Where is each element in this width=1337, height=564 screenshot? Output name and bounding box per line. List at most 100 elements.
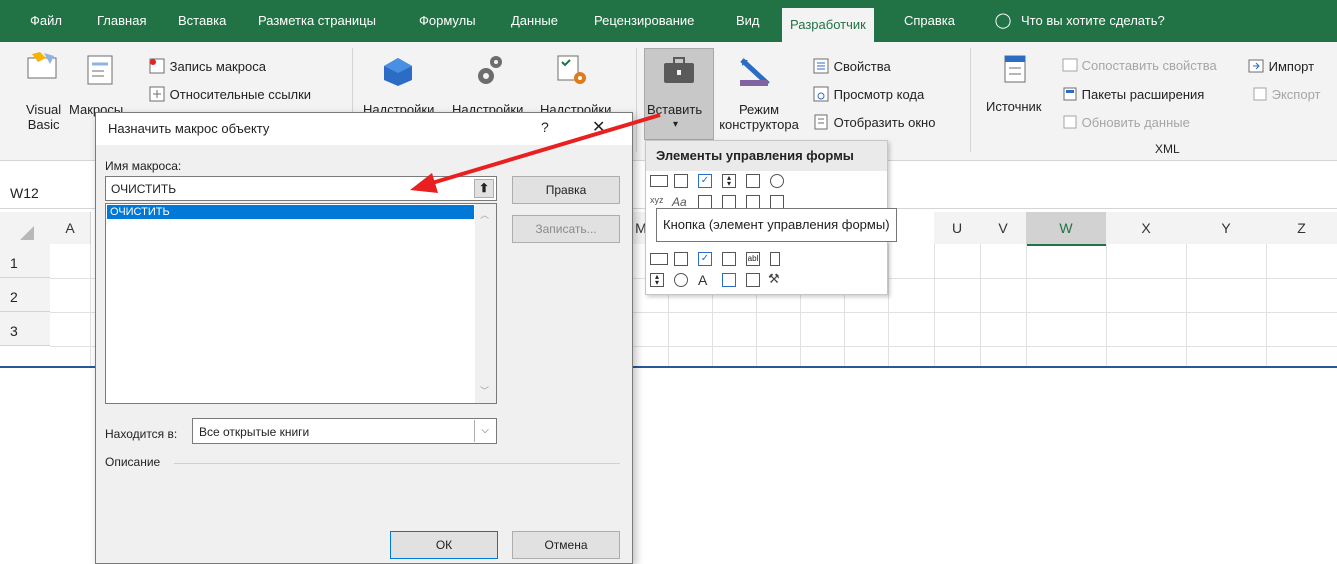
- macro-list[interactable]: ОЧИСТИТЬ ︿ ﹀: [105, 203, 497, 404]
- record-button[interactable]: Записать...: [512, 215, 620, 243]
- option-button-icon[interactable]: [770, 174, 784, 188]
- activex-spin-icon[interactable]: ▴ ▾: [650, 273, 664, 287]
- combo-dropdown-icon[interactable]: [770, 195, 784, 209]
- combo-list-icon[interactable]: [746, 195, 760, 209]
- column-header-z[interactable]: Z: [1266, 212, 1337, 244]
- activex-text-icon[interactable]: abl: [746, 252, 760, 266]
- tab-developer[interactable]: Разработчик: [782, 8, 874, 42]
- import-button[interactable]: Импорт: [1247, 58, 1314, 77]
- visual-basic-button[interactable]: Visual Basic: [26, 102, 61, 132]
- combo-box-icon[interactable]: [674, 174, 688, 188]
- activex-label-icon[interactable]: A: [698, 272, 707, 288]
- check-box-icon[interactable]: ✓: [698, 174, 712, 188]
- tell-me-search[interactable]: ◯ Что вы хотите сделать?: [993, 0, 1165, 42]
- tab-data[interactable]: Данные: [511, 0, 558, 42]
- spin-button-icon[interactable]: ▴ ▾: [722, 174, 736, 188]
- addins-button-1[interactable]: Надстройки: [363, 102, 458, 112]
- relative-refs-label: Относительные ссылки: [169, 86, 312, 102]
- list-box-icon[interactable]: [746, 174, 760, 188]
- activex-image-icon[interactable]: [722, 273, 736, 287]
- activex-option-icon[interactable]: [674, 273, 688, 287]
- located-in-value: Все открытые книги: [199, 425, 310, 439]
- addins-button-3[interactable]: Надстройки: [540, 102, 630, 112]
- located-in-select[interactable]: Все открытые книги ⌵: [192, 418, 497, 444]
- properties-button[interactable]: Свойства: [812, 58, 891, 77]
- activex-check-icon[interactable]: ✓: [698, 252, 712, 266]
- export-label: Экспорт: [1271, 86, 1321, 102]
- column-header-y[interactable]: Y: [1186, 212, 1267, 244]
- row-header-1[interactable]: 1: [0, 244, 50, 278]
- help-button[interactable]: ?: [541, 119, 549, 135]
- label-icon[interactable]: Aa: [672, 195, 687, 209]
- macro-name-input[interactable]: ОЧИСТИТЬ ⬆: [105, 176, 497, 201]
- scroll-down-icon[interactable]: ﹀: [480, 384, 489, 397]
- activex-scroll-icon[interactable]: [770, 252, 780, 266]
- group-box-icon[interactable]: xyz: [650, 195, 664, 205]
- tab-formulas[interactable]: Формулы: [419, 0, 476, 42]
- design-mode-icon[interactable]: [738, 56, 772, 91]
- cancel-button[interactable]: Отмена: [512, 531, 620, 559]
- row-header-2[interactable]: 2: [0, 278, 50, 312]
- dialog-title-bar: Назначить макрос объекту ? ✕: [96, 113, 632, 145]
- activex-toggle-icon[interactable]: [746, 273, 760, 287]
- view-code-label: Просмотр кода: [833, 86, 925, 102]
- macro-list-item[interactable]: ОЧИСТИТЬ: [107, 205, 474, 219]
- edit-button[interactable]: Правка: [512, 176, 620, 204]
- column-header-a[interactable]: A: [50, 212, 91, 244]
- description-label: Описание: [105, 455, 161, 469]
- activex-combo-icon[interactable]: [674, 252, 688, 266]
- name-box[interactable]: W12: [0, 178, 88, 208]
- show-window-button[interactable]: Отобразить окно: [812, 114, 935, 133]
- tab-home[interactable]: Главная: [97, 0, 146, 42]
- record-macro-icon: [148, 58, 166, 77]
- activex-list-icon[interactable]: [722, 252, 736, 266]
- addins-button-2[interactable]: Надстройки: [452, 102, 542, 112]
- description-divider: [174, 463, 620, 464]
- tab-help[interactable]: Справка: [904, 0, 955, 42]
- tab-view[interactable]: Вид: [736, 0, 760, 42]
- ok-button[interactable]: ОК: [390, 531, 498, 559]
- com-addins-icon[interactable]: [556, 54, 588, 89]
- visual-basic-label-1: Visual: [26, 102, 62, 117]
- column-header-u[interactable]: U: [934, 212, 981, 244]
- view-code-button[interactable]: Просмотр кода: [812, 86, 924, 105]
- scroll-bar-icon[interactable]: [698, 195, 712, 209]
- column-header-x[interactable]: X: [1106, 212, 1187, 244]
- xml-source-icon[interactable]: [1003, 54, 1027, 87]
- show-window-label: Отобразить окно: [833, 114, 936, 130]
- map-properties-button: Сопоставить свойства: [1062, 58, 1217, 75]
- tab-insert[interactable]: Вставка: [178, 0, 226, 42]
- more-controls-icon[interactable]: ⚒: [768, 271, 780, 287]
- tab-file[interactable]: Файл: [30, 0, 62, 42]
- office-addins-icon[interactable]: [382, 56, 414, 91]
- column-header-w[interactable]: W: [1026, 212, 1107, 246]
- list-scrollbar[interactable]: ︿ ﹀: [475, 204, 496, 403]
- record-macro-button[interactable]: Запись макроса: [148, 58, 266, 77]
- row-header-3[interactable]: 3: [0, 312, 50, 346]
- refresh-data-icon: [1062, 114, 1078, 133]
- xml-source-button[interactable]: Источник: [986, 99, 1042, 114]
- text-field-icon[interactable]: [722, 195, 736, 209]
- visual-basic-icon[interactable]: [26, 50, 62, 83]
- tab-review[interactable]: Рецензирование: [594, 0, 694, 42]
- activex-button-icon[interactable]: [650, 253, 668, 265]
- close-button[interactable]: ✕: [592, 117, 605, 137]
- button-control-icon[interactable]: [650, 175, 668, 187]
- design-mode-button[interactable]: Режим конструктора: [713, 102, 805, 132]
- form-controls-header: Элементы управления формы: [646, 141, 887, 171]
- insert-label: Вставить: [647, 102, 703, 117]
- select-all-corner[interactable]: [0, 212, 51, 244]
- scroll-up-icon[interactable]: ︿: [480, 208, 489, 221]
- record-macro-label: Запись макроса: [169, 58, 266, 74]
- insert-controls-button[interactable]: Вставить ▾: [644, 48, 714, 140]
- tab-page-layout[interactable]: Разметка страницы: [258, 0, 376, 42]
- map-properties-icon: [1062, 58, 1078, 75]
- column-header-v[interactable]: V: [980, 212, 1027, 244]
- expansion-packs-button[interactable]: Пакеты расширения: [1062, 86, 1204, 105]
- chevron-down-icon[interactable]: ⌵: [474, 420, 495, 442]
- lightbulb-icon: ◯: [994, 12, 1012, 29]
- collapse-dialog-icon[interactable]: ⬆: [474, 179, 494, 198]
- excel-addins-icon[interactable]: [474, 54, 504, 89]
- macros-icon[interactable]: [86, 54, 116, 89]
- relative-refs-button[interactable]: Относительные ссылки: [148, 86, 311, 105]
